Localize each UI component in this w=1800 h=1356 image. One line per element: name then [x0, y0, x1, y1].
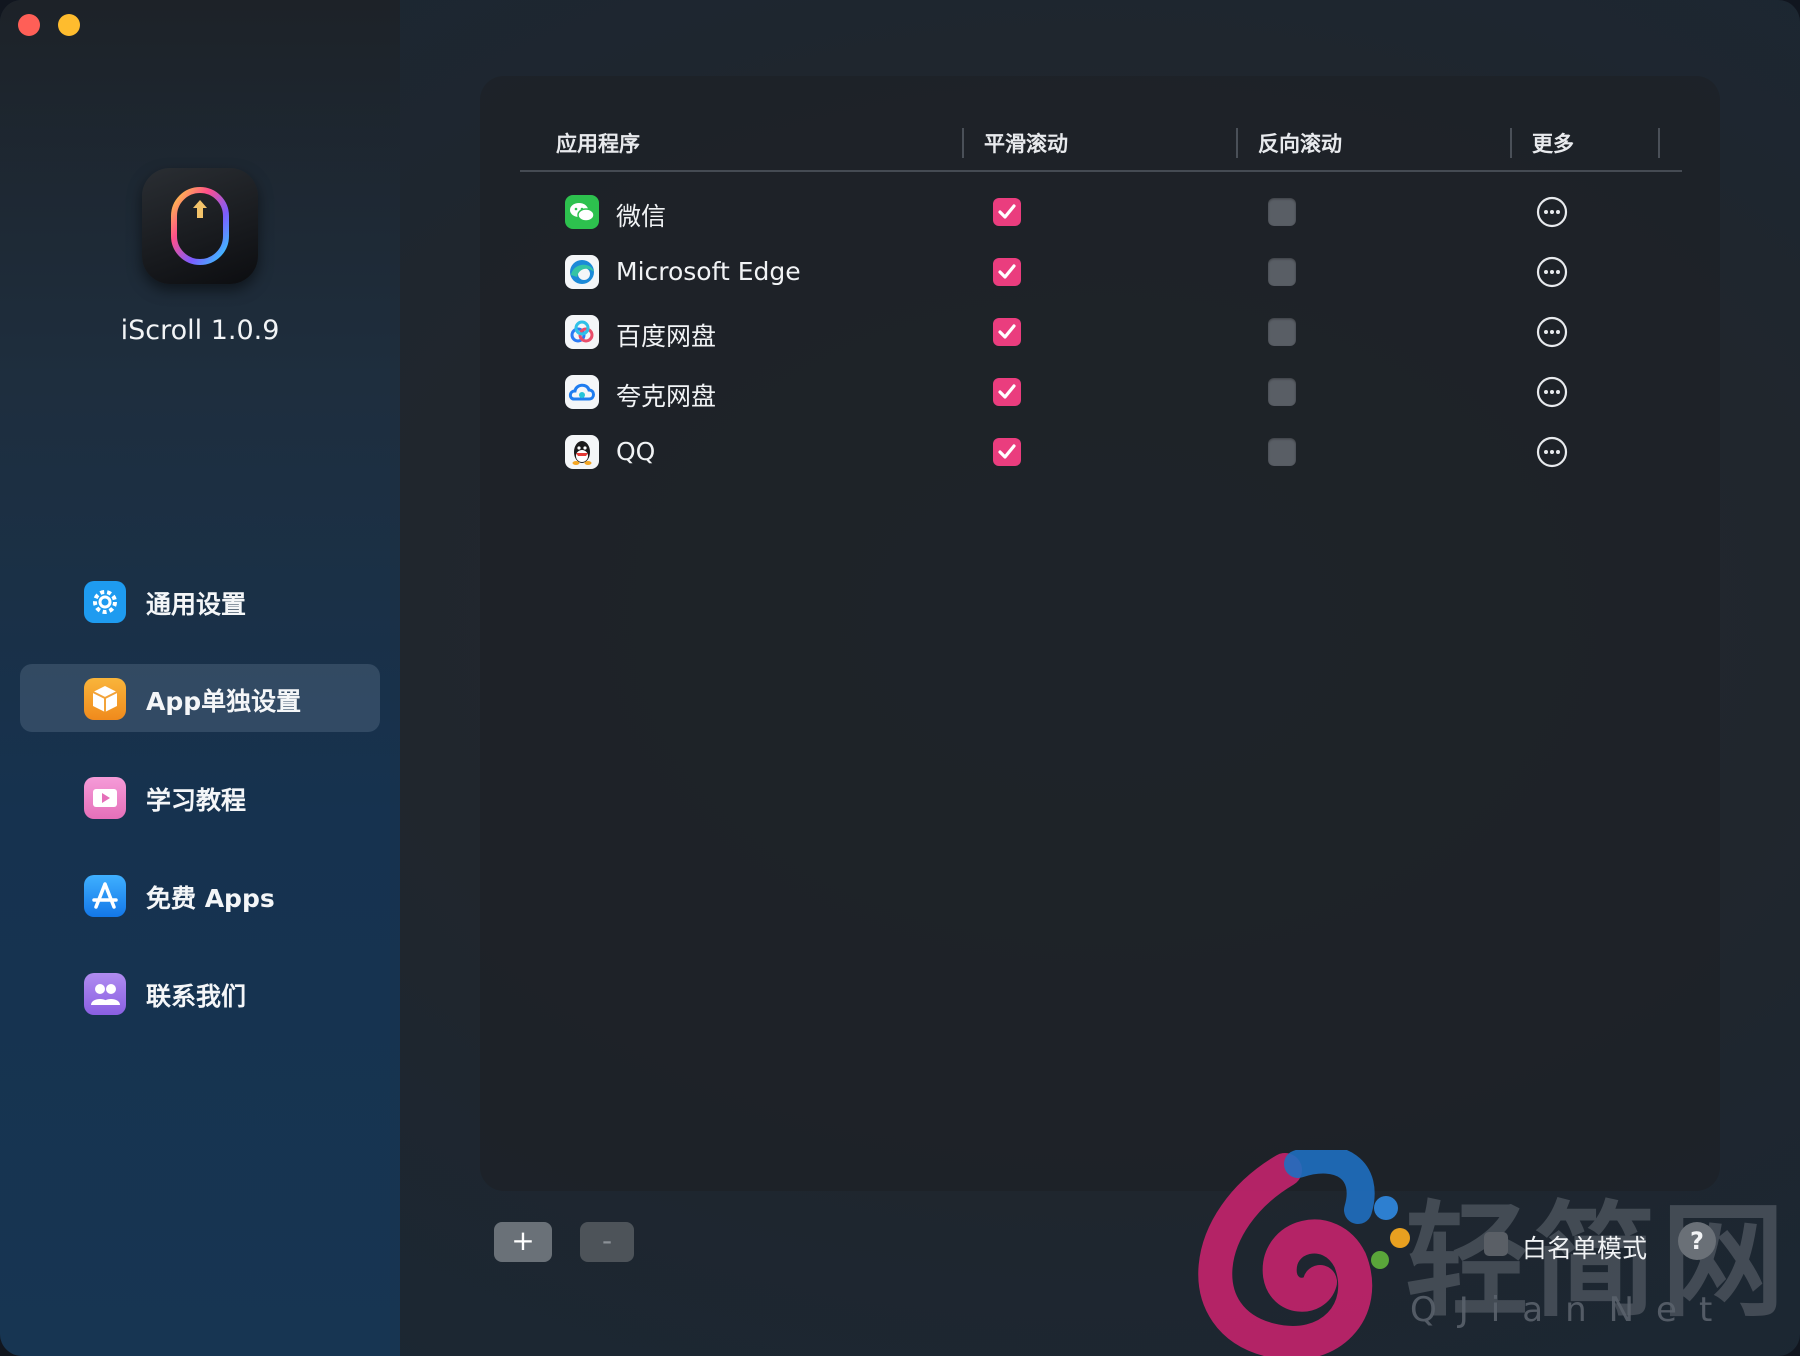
reverse-scroll-checkbox[interactable] — [1268, 378, 1296, 406]
sidebar-item-contact-us[interactable]: 联系我们 — [20, 959, 380, 1027]
gear-icon — [84, 581, 126, 623]
sidebar-item-general-settings[interactable]: 通用设置 — [20, 567, 380, 635]
reverse-scroll-checkbox[interactable] — [1268, 258, 1296, 286]
smooth-scroll-checkbox[interactable] — [993, 198, 1021, 226]
reverse-scroll-checkbox[interactable] — [1268, 438, 1296, 466]
wechat-icon — [565, 195, 599, 229]
quark-netdisk-icon — [565, 375, 599, 409]
table-row[interactable]: Microsoft Edge — [0, 244, 1800, 300]
whitelist-mode-checkbox[interactable] — [1484, 1232, 1508, 1256]
close-window-button[interactable] — [18, 14, 40, 36]
box-icon — [84, 678, 126, 720]
more-options-icon[interactable] — [1536, 436, 1568, 468]
sidebar-item-app-settings[interactable]: App单独设置 — [20, 664, 380, 732]
smooth-scroll-checkbox[interactable] — [993, 318, 1021, 346]
table-row[interactable]: QQ — [0, 424, 1800, 480]
qq-icon — [565, 435, 599, 469]
sidebar-item-label: 联系我们 — [146, 982, 247, 1011]
app-name: QQ — [616, 437, 656, 466]
app-name: 夸克网盘 — [616, 382, 717, 411]
watermark-subtitle: QJianNet — [1410, 1290, 1735, 1330]
people-icon — [84, 973, 126, 1015]
more-options-icon[interactable] — [1536, 196, 1568, 228]
table-row[interactable]: 百度网盘 — [0, 304, 1800, 360]
column-separator — [1236, 128, 1238, 158]
sidebar-item-tutorials[interactable]: 学习教程 — [20, 763, 380, 831]
column-header-reverse-scroll[interactable]: 反向滚动 — [1258, 128, 1342, 158]
column-header-app[interactable]: 应用程序 — [556, 128, 640, 158]
sidebar-item-label: App单独设置 — [146, 687, 302, 716]
more-options-icon[interactable] — [1536, 376, 1568, 408]
table-row[interactable]: 微信 — [0, 184, 1800, 240]
app-name: 微信 — [616, 202, 667, 231]
add-app-button[interactable]: + — [494, 1222, 552, 1262]
column-separator — [1510, 128, 1512, 158]
column-header-more[interactable]: 更多 — [1532, 128, 1574, 158]
video-icon — [84, 777, 126, 819]
reverse-scroll-checkbox[interactable] — [1268, 318, 1296, 346]
sidebar-item-label: 免费 Apps — [146, 884, 275, 913]
app-store-icon — [84, 875, 126, 917]
sidebar-item-free-apps[interactable]: 免费 Apps — [20, 861, 380, 929]
table-row[interactable]: 夸克网盘 — [0, 364, 1800, 420]
help-button[interactable]: ? — [1678, 1222, 1716, 1260]
smooth-scroll-checkbox[interactable] — [993, 258, 1021, 286]
app-name: 百度网盘 — [616, 322, 717, 351]
more-options-icon[interactable] — [1536, 316, 1568, 348]
baidu-netdisk-icon — [565, 315, 599, 349]
column-separator — [1658, 128, 1660, 158]
more-options-icon[interactable] — [1536, 256, 1568, 288]
smooth-scroll-checkbox[interactable] — [993, 378, 1021, 406]
remove-app-button[interactable]: - — [580, 1222, 634, 1262]
sidebar-item-label: 通用设置 — [146, 590, 247, 619]
app-window: iScroll 1.0.9 通用设置 App单独设置 学习教程 免费 Apps … — [0, 0, 1800, 1356]
whitelist-mode-label: 白名单模式 — [1522, 1234, 1648, 1263]
reverse-scroll-checkbox[interactable] — [1268, 198, 1296, 226]
column-header-smooth-scroll[interactable]: 平滑滚动 — [984, 128, 1068, 158]
sidebar-item-label: 学习教程 — [146, 786, 247, 815]
edge-icon — [565, 255, 599, 289]
smooth-scroll-checkbox[interactable] — [993, 438, 1021, 466]
column-separator — [962, 128, 964, 158]
app-name: Microsoft Edge — [616, 257, 801, 286]
table-header-divider — [520, 170, 1682, 172]
minimize-window-button[interactable] — [58, 14, 80, 36]
